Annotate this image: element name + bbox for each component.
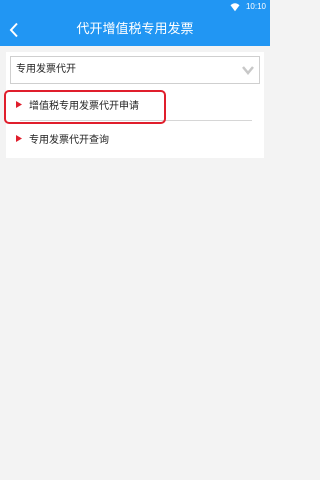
invoice-type-select[interactable]: 专用发票代开 — [10, 56, 260, 84]
status-time: 10:10 — [245, 2, 266, 11]
menu-item-label: 专用发票代开查询 — [29, 134, 109, 146]
wifi-icon — [230, 3, 240, 12]
triangle-right-icon — [16, 134, 22, 142]
page-title: 代开增值税专用发票 — [76, 22, 194, 37]
back-button[interactable] — [0, 14, 28, 46]
status-icons: 10:10 — [230, 1, 266, 13]
chevron-down-icon — [241, 63, 255, 77]
highlight-annotation — [4, 90, 166, 124]
back-arrow-icon — [9, 22, 18, 38]
app-bar: 代开增值税专用发票 — [0, 14, 270, 46]
select-value: 专用发票代开 — [16, 64, 76, 75]
menu-item-invoice-query[interactable]: 专用发票代开查询 — [10, 126, 256, 150]
status-bar: 10:10 — [0, 0, 270, 14]
